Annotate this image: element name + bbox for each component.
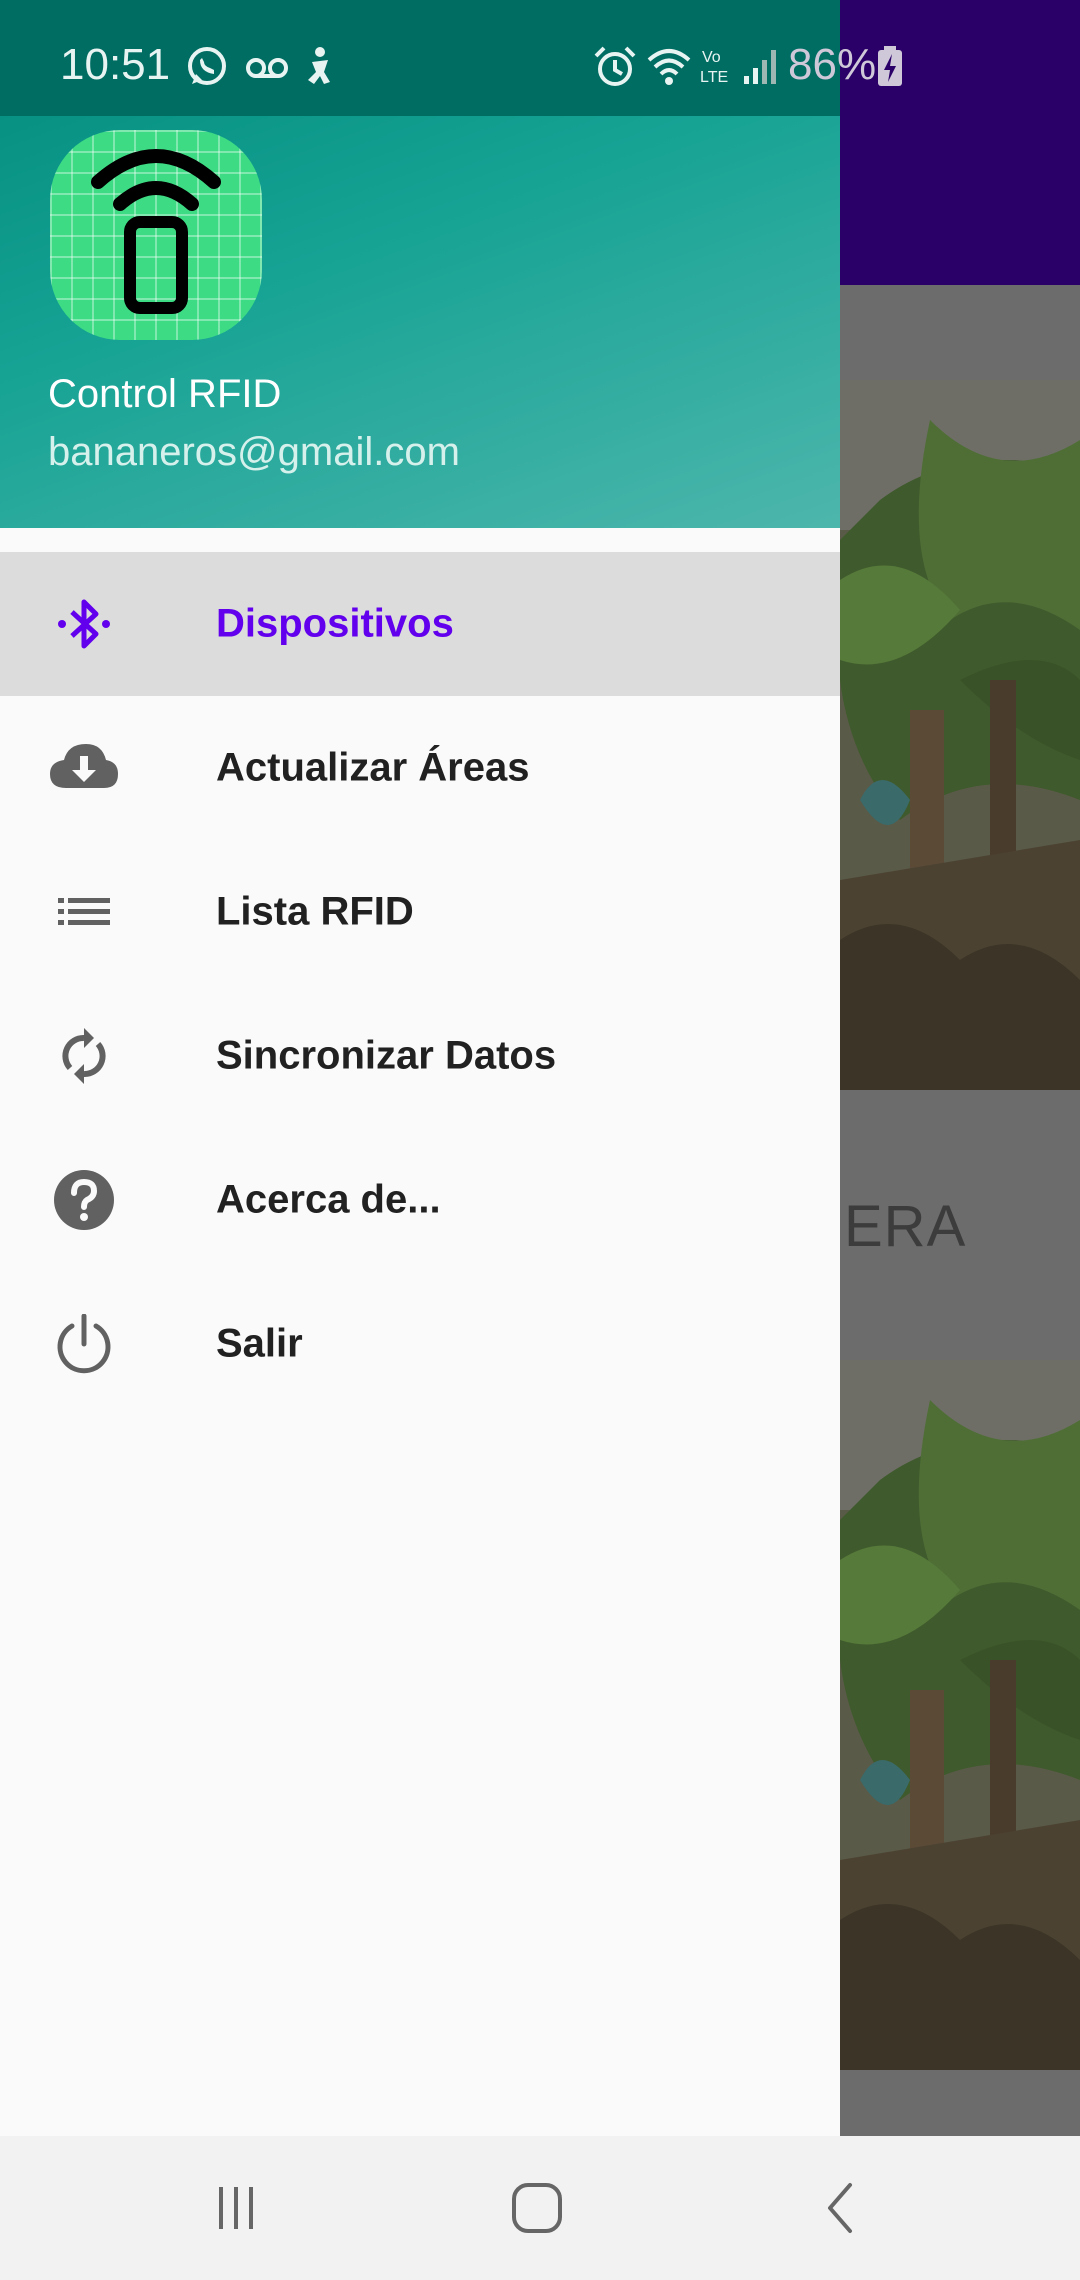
- status-time: 10:51: [60, 40, 171, 89]
- wifi-icon: [646, 44, 692, 90]
- background-banana-photo: [840, 1360, 1080, 2070]
- background-card-title: ERA: [844, 1194, 967, 1259]
- cloud-download-icon: [48, 738, 120, 798]
- app-name: Control RFID: [48, 372, 282, 416]
- volte-icon: Vo LTE: [698, 44, 744, 90]
- background-banana-photo: [840, 380, 1080, 1090]
- menu-item-sincronizar-datos[interactable]: Sincronizar Datos: [0, 984, 840, 1128]
- bluetooth-icon: [48, 594, 120, 654]
- menu-item-lista-rfid[interactable]: Lista RFID: [0, 840, 840, 984]
- menu-item-actualizar-areas[interactable]: Actualizar Áreas: [0, 696, 840, 840]
- menu-label: Salir: [216, 1321, 303, 1366]
- signal-icon: [740, 44, 786, 90]
- drawer-menu: Dispositivos Actualizar Áreas Lista RFID…: [0, 552, 840, 1416]
- alarm-icon: [592, 44, 638, 90]
- back-icon[interactable]: [800, 2172, 880, 2244]
- whatsapp-icon: [184, 44, 230, 90]
- menu-label: Lista RFID: [216, 889, 414, 934]
- svg-text:Vo: Vo: [702, 49, 721, 66]
- menu-item-salir[interactable]: Salir: [0, 1272, 840, 1416]
- battery-percentage: 86%: [788, 40, 877, 89]
- accessibility-icon: [298, 44, 344, 90]
- list-icon: [48, 882, 120, 942]
- menu-item-acerca-de[interactable]: Acerca de...: [0, 1128, 840, 1272]
- navigation-drawer: Control RFID bananeros@gmail.com Disposi…: [0, 0, 840, 2136]
- rfid-phone-icon: [50, 130, 262, 340]
- help-icon: [48, 1170, 120, 1230]
- menu-label: Acerca de...: [216, 1177, 441, 1222]
- menu-label: Dispositivos: [216, 601, 454, 646]
- recent-apps-icon[interactable]: [196, 2172, 276, 2244]
- battery-charging-icon: [874, 44, 920, 90]
- voicemail-icon: [244, 44, 290, 90]
- menu-label: Actualizar Áreas: [216, 745, 530, 790]
- menu-label: Sincronizar Datos: [216, 1033, 557, 1078]
- sync-icon: [48, 1026, 120, 1086]
- svg-text:LTE: LTE: [700, 69, 728, 86]
- status-bar: 10:51 Vo LTE 86%: [0, 0, 1080, 116]
- menu-item-dispositivos[interactable]: Dispositivos: [0, 552, 840, 696]
- system-navigation-bar: [0, 2136, 1080, 2280]
- power-icon: [48, 1314, 120, 1374]
- home-icon[interactable]: [497, 2172, 577, 2244]
- user-email: bananeros@gmail.com: [48, 430, 460, 474]
